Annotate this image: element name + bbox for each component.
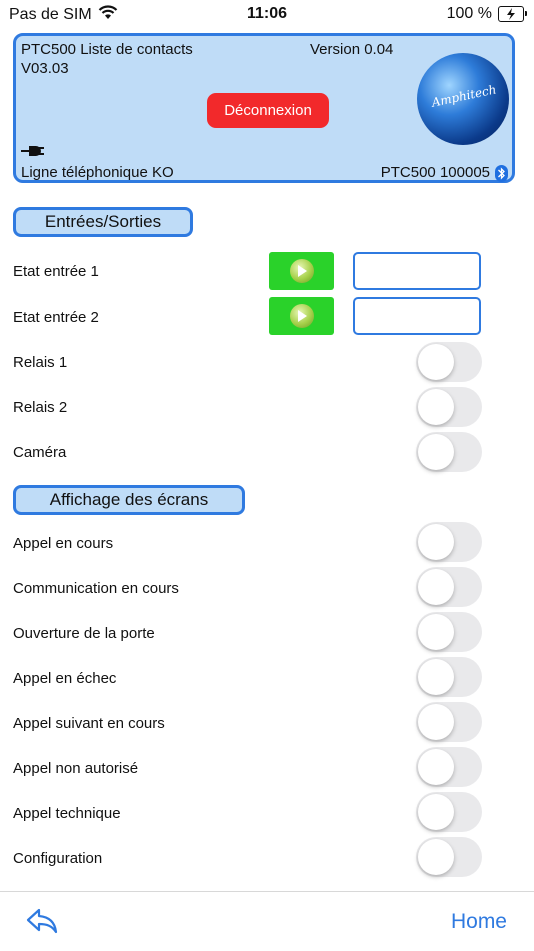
back-arrow-icon[interactable] (25, 907, 59, 940)
input-2-play-button[interactable] (269, 297, 334, 335)
plug-icon (21, 144, 45, 163)
phone-line-status: Ligne téléphonique KO (21, 164, 174, 181)
bluetooth-icon (495, 165, 508, 182)
status-bar: Pas de SIM 11:06 100 % (0, 0, 534, 30)
screen-toggle-call-in-progress[interactable] (416, 522, 482, 562)
battery-icon (498, 6, 527, 22)
screen-toggle-unauthorized-call[interactable] (416, 747, 482, 787)
section-io-title: Entrées/Sorties (13, 207, 193, 237)
input-2-label: Etat entrée 2 (13, 309, 99, 326)
home-link[interactable]: Home (451, 910, 507, 934)
screen-toggle-label: Appel non autorisé (13, 760, 139, 777)
firmware-label: V03.03 (21, 60, 69, 77)
screen-toggle-call-failed[interactable] (416, 657, 482, 697)
logout-button[interactable]: Déconnexion (207, 93, 329, 128)
camera-toggle[interactable] (416, 432, 482, 472)
relay-2-toggle[interactable] (416, 387, 482, 427)
screen-toggle-door-opening[interactable] (416, 612, 482, 652)
screen-toggle-communication[interactable] (416, 567, 482, 607)
play-icon (289, 304, 314, 328)
screen-toggle-label: Configuration (13, 850, 103, 867)
input-1-value-field[interactable] (353, 252, 481, 290)
relay-1-label: Relais 1 (13, 354, 68, 371)
screen-toggle-label: Appel en cours (13, 535, 114, 552)
play-icon (289, 259, 314, 283)
screen-toggle-configuration[interactable] (416, 837, 482, 877)
amphitech-logo: Amphitech (417, 53, 509, 145)
relay-2-label: Relais 2 (13, 399, 68, 416)
screen-toggle-label: Communication en cours (13, 580, 179, 597)
device-id: PTC500 100005 (380, 164, 490, 181)
app-title: PTC500 Liste de contacts (21, 41, 193, 58)
screen-toggle-label: Appel en échec (13, 670, 117, 687)
screen-toggle-label: Appel technique (13, 805, 121, 822)
screen-toggle-label: Ouverture de la porte (13, 625, 155, 642)
screen-toggle-label: Appel suivant en cours (13, 715, 165, 732)
device-header-card: PTC500 Liste de contacts Version 0.04 V0… (13, 33, 515, 183)
bottom-nav-bar: Home (0, 891, 534, 951)
input-2-value-field[interactable] (353, 297, 481, 335)
logo-text: Amphitech (430, 82, 498, 110)
input-1-label: Etat entrée 1 (13, 263, 99, 280)
screen-toggle-technical-call[interactable] (416, 792, 482, 832)
camera-label: Caméra (13, 444, 67, 461)
screen-toggle-next-call[interactable] (416, 702, 482, 742)
version-label: Version 0.04 (310, 41, 394, 58)
section-screens-title: Affichage des écrans (13, 485, 245, 515)
battery-percent: 100 % (446, 5, 492, 22)
relay-1-toggle[interactable] (416, 342, 482, 382)
input-1-play-button[interactable] (269, 252, 334, 290)
